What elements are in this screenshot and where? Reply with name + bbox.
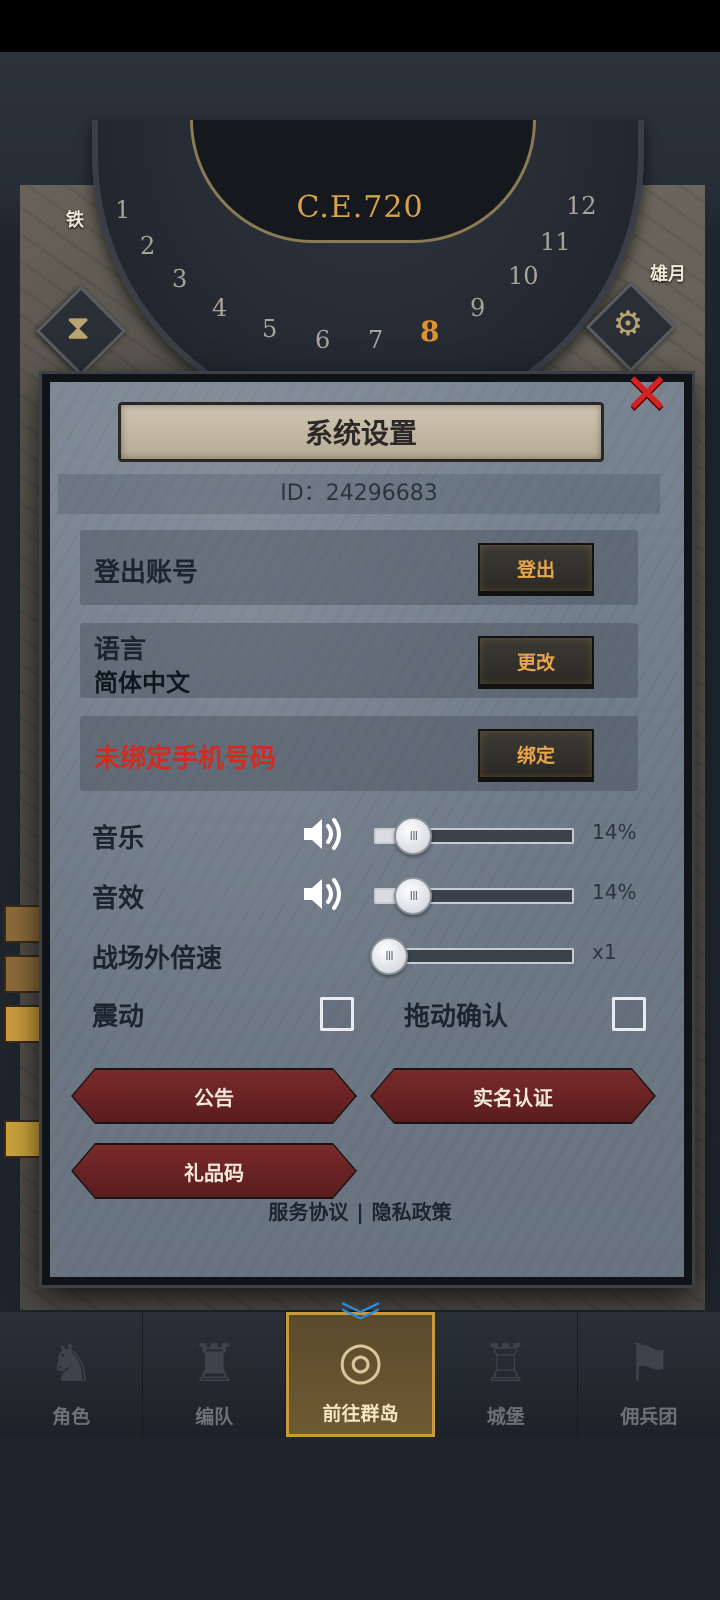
nav-castle[interactable]: ♖ 城堡: [435, 1312, 578, 1437]
gift-code-button[interactable]: 礼品码: [73, 1145, 355, 1197]
notice-button[interactable]: 公告: [73, 1070, 355, 1122]
search-icon[interactable]: [4, 1120, 42, 1158]
nav-character[interactable]: ♞ 角色: [0, 1312, 144, 1437]
language-row: 语言 简体中文 更改: [80, 623, 638, 698]
nav-islands[interactable]: ︾ ◎ 前往群岛: [286, 1303, 435, 1437]
speaker-icon[interactable]: [302, 814, 346, 854]
month-10: 10: [508, 262, 539, 290]
gear-icon[interactable]: ⚙: [593, 289, 663, 359]
nav-islands-label: 前往群岛: [322, 1403, 399, 1425]
phone-unbound-label: 未绑定手机号码: [94, 744, 277, 774]
sfx-slider[interactable]: III: [374, 877, 574, 915]
logout-label: 登出账号: [94, 558, 199, 588]
drag-confirm-checkbox[interactable]: [612, 997, 646, 1031]
vibration-label: 震动: [92, 1002, 145, 1032]
month-6: 6: [315, 326, 331, 354]
speaker-icon[interactable]: [302, 874, 346, 914]
status-bar: [0, 0, 720, 52]
knight-icon: ♞: [47, 1334, 95, 1394]
hourglass-icon[interactable]: ⧗: [43, 293, 113, 363]
player-id: ID：24296683: [58, 474, 660, 514]
castle-icon: ♖: [482, 1334, 530, 1394]
dialog-title-plate: 系统设置: [118, 402, 604, 462]
sfx-value: 14%: [592, 880, 637, 904]
battle-speed-label: 战场外倍速: [92, 944, 223, 974]
battle-speed-slider[interactable]: III: [370, 937, 574, 975]
map-place-left: 铁: [66, 210, 84, 231]
bind-phone-button[interactable]: 绑定: [478, 729, 594, 779]
battle-speed-slider-thumb[interactable]: III: [370, 937, 408, 975]
nav-mercenary-label: 佣兵团: [620, 1406, 678, 1428]
era-label: C.E.720: [296, 190, 424, 225]
month-3: 3: [172, 265, 188, 293]
nav-castle-label: 城堡: [486, 1406, 525, 1428]
battle-speed-value: x1: [592, 940, 617, 964]
phone-row: 未绑定手机号码 绑定: [80, 716, 638, 791]
month-4: 4: [212, 294, 228, 322]
realname-verification-button[interactable]: 实名认证: [372, 1070, 654, 1122]
link-separator: |: [356, 1200, 364, 1224]
close-icon: ✕: [623, 362, 671, 427]
legal-links: 服务协议 | 隐私政策: [0, 1196, 720, 1225]
battle-speed-row: 战场外倍速 III x1: [92, 934, 652, 975]
compass-icon[interactable]: [4, 1005, 42, 1043]
vibration-checkbox[interactable]: [320, 997, 354, 1031]
music-slider-thumb[interactable]: III: [394, 817, 433, 855]
music-label: 音乐: [92, 824, 145, 854]
music-slider[interactable]: III: [374, 817, 574, 855]
nav-character-label: 角色: [52, 1406, 91, 1428]
month-11: 11: [540, 228, 571, 256]
gift-code-button-label: 礼品码: [184, 1160, 244, 1185]
logout-row: 登出账号 登出: [80, 530, 638, 605]
close-button[interactable]: ✕: [620, 362, 674, 427]
sfx-slider-thumb[interactable]: III: [394, 877, 433, 915]
bind-phone-label: 绑定: [516, 744, 555, 767]
quest-item-icon[interactable]: [4, 955, 42, 993]
service-agreement-link[interactable]: 服务协议: [268, 1200, 348, 1224]
month-12: 12: [566, 192, 597, 220]
mercenary-icon: ⚑: [625, 1334, 673, 1394]
team-helmet-icon: ♜: [190, 1334, 238, 1394]
map-place-right: 雄月: [650, 264, 686, 285]
nav-mercenary[interactable]: ⚑ 佣兵团: [578, 1312, 720, 1437]
music-row: 音乐 III 14%: [92, 814, 652, 855]
music-value: 14%: [592, 820, 637, 844]
month-2: 2: [140, 232, 156, 260]
month-7: 7: [368, 326, 384, 354]
chevron-down-icon: ︾: [340, 1300, 381, 1346]
sfx-label: 音效: [92, 884, 145, 914]
nav-formation[interactable]: ♜ 编队: [143, 1312, 287, 1437]
bottom-navigation: ♞ 角色 ♜ 编队 ︾ ◎ 前往群岛 ♖ 城堡 ⚑ 佣兵团: [0, 1303, 720, 1437]
month-1: 1: [115, 196, 131, 224]
notice-button-label: 公告: [194, 1085, 234, 1110]
language-value: 简体中文: [94, 669, 190, 697]
drag-confirm-label: 拖动确认: [404, 1002, 509, 1032]
sfx-row: 音效 III 14%: [92, 874, 652, 915]
change-language-label: 更改: [516, 651, 555, 674]
privacy-policy-link[interactable]: 隐私政策: [372, 1200, 452, 1224]
change-language-button[interactable]: 更改: [478, 636, 594, 686]
nav-formation-label: 编队: [195, 1406, 234, 1428]
month-9: 9: [470, 294, 486, 322]
month-5: 5: [262, 315, 278, 343]
language-label: 语言: [94, 635, 147, 665]
logout-button-label: 登出: [516, 558, 555, 581]
logout-button[interactable]: 登出: [478, 543, 594, 593]
dialog-title: 系统设置: [304, 417, 417, 450]
quest-scroll-icon[interactable]: [4, 905, 42, 943]
realname-button-label: 实名认证: [473, 1085, 553, 1110]
month-current: 8: [420, 315, 440, 348]
